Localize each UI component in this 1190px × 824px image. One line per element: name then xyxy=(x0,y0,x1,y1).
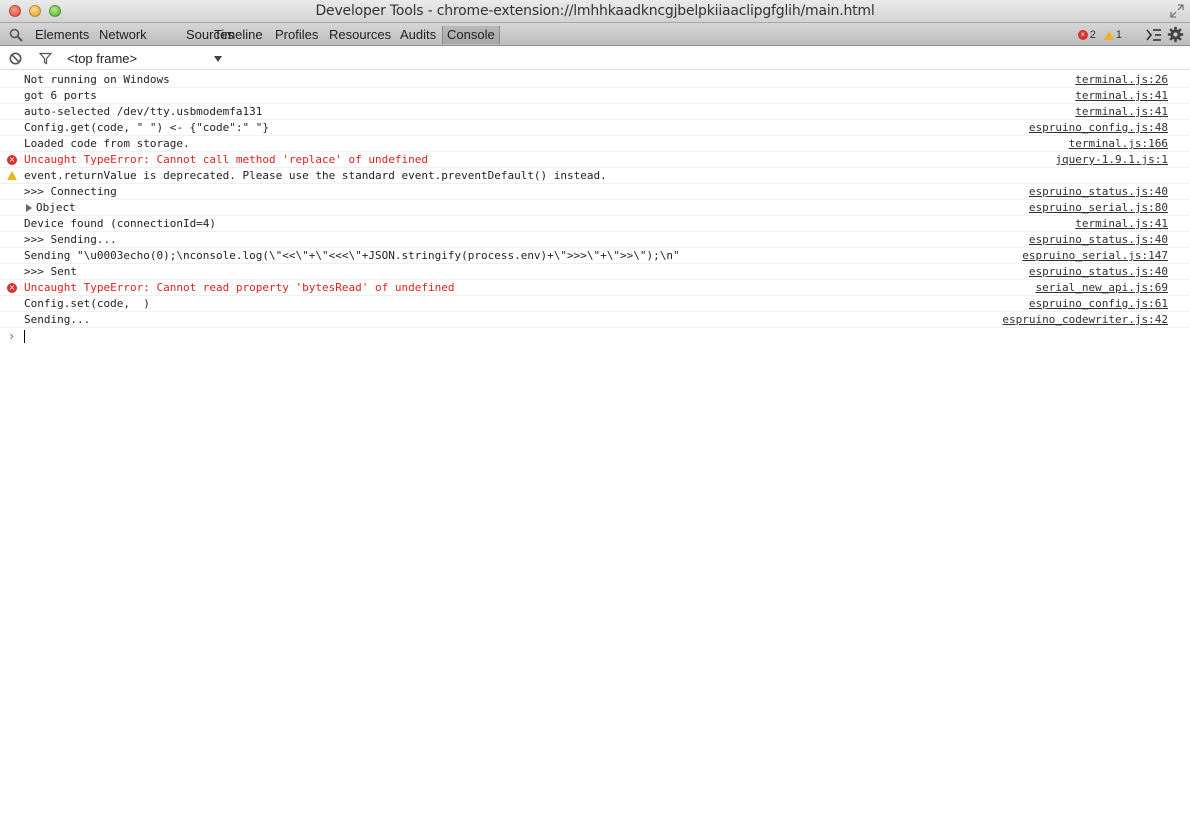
console-messages: Not running on Windows terminal.js:26 got … xyxy=(0,72,1190,344)
message-text: got 6 ports xyxy=(24,89,97,102)
source-link[interactable]: serial_new_api.js:69 xyxy=(1036,280,1168,295)
console-message: Not running on Windows terminal.js:26 xyxy=(0,72,1190,88)
console-message: >>> Sent espruino_status.js:40 xyxy=(0,264,1190,280)
console-message: Config.get(code, " ") <- {"code":" "} esp… xyxy=(0,120,1190,136)
source-link[interactable]: terminal.js:166 xyxy=(1069,136,1168,151)
tab-console[interactable]: Console xyxy=(442,26,500,44)
message-text: Config.set(code, ) xyxy=(24,297,150,310)
tab-profiles[interactable]: Profiles xyxy=(271,26,322,44)
console-warning-message: event.returnValue is deprecated. Please … xyxy=(0,168,1190,184)
source-link[interactable]: terminal.js:26 xyxy=(1075,72,1168,87)
message-text: auto-selected /dev/tty.usbmodemfa131 xyxy=(24,105,263,118)
source-link[interactable]: terminal.js:41 xyxy=(1075,88,1168,103)
source-link[interactable]: espruino_status.js:40 xyxy=(1029,232,1168,247)
console-prompt[interactable]: › xyxy=(0,328,1190,344)
search-icon[interactable] xyxy=(9,28,23,42)
chevron-down-icon[interactable] xyxy=(214,56,222,62)
message-text: Uncaught TypeError: Cannot call method '… xyxy=(24,153,428,166)
source-link[interactable]: terminal.js:41 xyxy=(1075,216,1168,231)
console-message: >>> Sending... espruino_status.js:40 xyxy=(0,232,1190,248)
drawer-toggle-icon[interactable] xyxy=(1146,27,1162,43)
prompt-chevron-icon: › xyxy=(8,329,16,343)
console-filter-bar: <top frame> xyxy=(0,47,1190,70)
tab-timeline[interactable]: Timeline xyxy=(210,26,267,44)
warning-icon xyxy=(7,171,17,180)
console-error-message: × Uncaught TypeError: Cannot read propert… xyxy=(0,280,1190,296)
source-link[interactable]: terminal.js:41 xyxy=(1075,104,1168,119)
expand-triangle-icon[interactable] xyxy=(26,204,32,212)
source-link[interactable]: espruino_status.js:40 xyxy=(1029,264,1168,279)
message-text: Config.get(code, " ") <- {"code":" "} xyxy=(24,121,270,134)
warning-count: 1 xyxy=(1115,29,1122,41)
console-message: Config.set(code, ) espruino_config.js:61 xyxy=(0,296,1190,312)
error-count: 2 xyxy=(1089,29,1096,41)
message-counters[interactable]: × 2 1 xyxy=(1077,27,1122,43)
message-text: Loaded code from storage. xyxy=(24,137,190,150)
console-message: got 6 ports terminal.js:41 xyxy=(0,88,1190,104)
console-input[interactable] xyxy=(24,330,25,343)
fullscreen-icon[interactable] xyxy=(1170,4,1184,18)
filter-icon[interactable] xyxy=(39,52,52,65)
console-message: Sending "\u0003echo(0);\nconsole.log(\"<… xyxy=(0,248,1190,264)
console-error-message: × Uncaught TypeError: Cannot call method … xyxy=(0,152,1190,168)
source-link[interactable]: espruino_config.js:48 xyxy=(1029,120,1168,135)
tab-audits[interactable]: Audits xyxy=(396,26,440,44)
source-link[interactable]: espruino_serial.js:147 xyxy=(1022,248,1168,263)
tab-elements[interactable]: Elements xyxy=(31,26,93,44)
warning-icon xyxy=(1103,30,1114,40)
source-link[interactable]: espruino_config.js:61 xyxy=(1029,296,1168,311)
tab-network[interactable]: Network xyxy=(95,26,151,44)
source-link[interactable]: jquery-1.9.1.js:1 xyxy=(1055,152,1168,167)
message-text: Device found (connectionId=4) xyxy=(24,217,217,230)
console-message: Device found (connectionId=4) terminal.js… xyxy=(0,216,1190,232)
source-link[interactable]: espruino_status.js:40 xyxy=(1029,184,1168,199)
tab-resources[interactable]: Resources xyxy=(325,26,395,44)
message-text: >>> Sending... xyxy=(24,233,117,246)
console-message: >>> Connecting espruino_status.js:40 xyxy=(0,184,1190,200)
console-message: Sending... espruino_codewriter.js:42 xyxy=(0,312,1190,328)
window-title: Developer Tools - chrome-extension://lmh… xyxy=(315,3,875,19)
error-icon: × xyxy=(7,155,17,165)
gear-icon[interactable] xyxy=(1167,26,1184,43)
source-link[interactable]: espruino_serial.js:80 xyxy=(1029,200,1168,215)
source-link[interactable]: espruino_codewriter.js:42 xyxy=(1002,312,1168,327)
message-text: Uncaught TypeError: Cannot read property… xyxy=(24,281,455,294)
message-text: >>> Connecting xyxy=(24,185,117,198)
message-text: event.returnValue is deprecated. Please … xyxy=(24,169,607,182)
devtools-toolbar: Elements Network Sources Timeline Profil… xyxy=(0,23,1190,46)
console-message: Loaded code from storage. terminal.js:166 xyxy=(0,136,1190,152)
message-text: Sending... xyxy=(24,313,91,326)
message-text: >>> Sent xyxy=(24,265,77,278)
title-bar: Developer Tools - chrome-extension://lmh… xyxy=(0,0,1190,23)
message-text[interactable]: Object xyxy=(36,200,76,215)
frame-select[interactable]: <top frame> xyxy=(67,50,227,67)
error-icon: × xyxy=(1077,30,1088,40)
message-text: Sending "\u0003echo(0);\nconsole.log(\"<… xyxy=(24,249,680,262)
console-message: auto-selected /dev/tty.usbmodemfa131 term… xyxy=(0,104,1190,120)
console-message: Object espruino_serial.js:80 xyxy=(0,200,1190,216)
clear-console-icon[interactable] xyxy=(9,52,22,65)
error-icon: × xyxy=(7,283,17,293)
message-text: Not running on Windows xyxy=(24,73,170,86)
